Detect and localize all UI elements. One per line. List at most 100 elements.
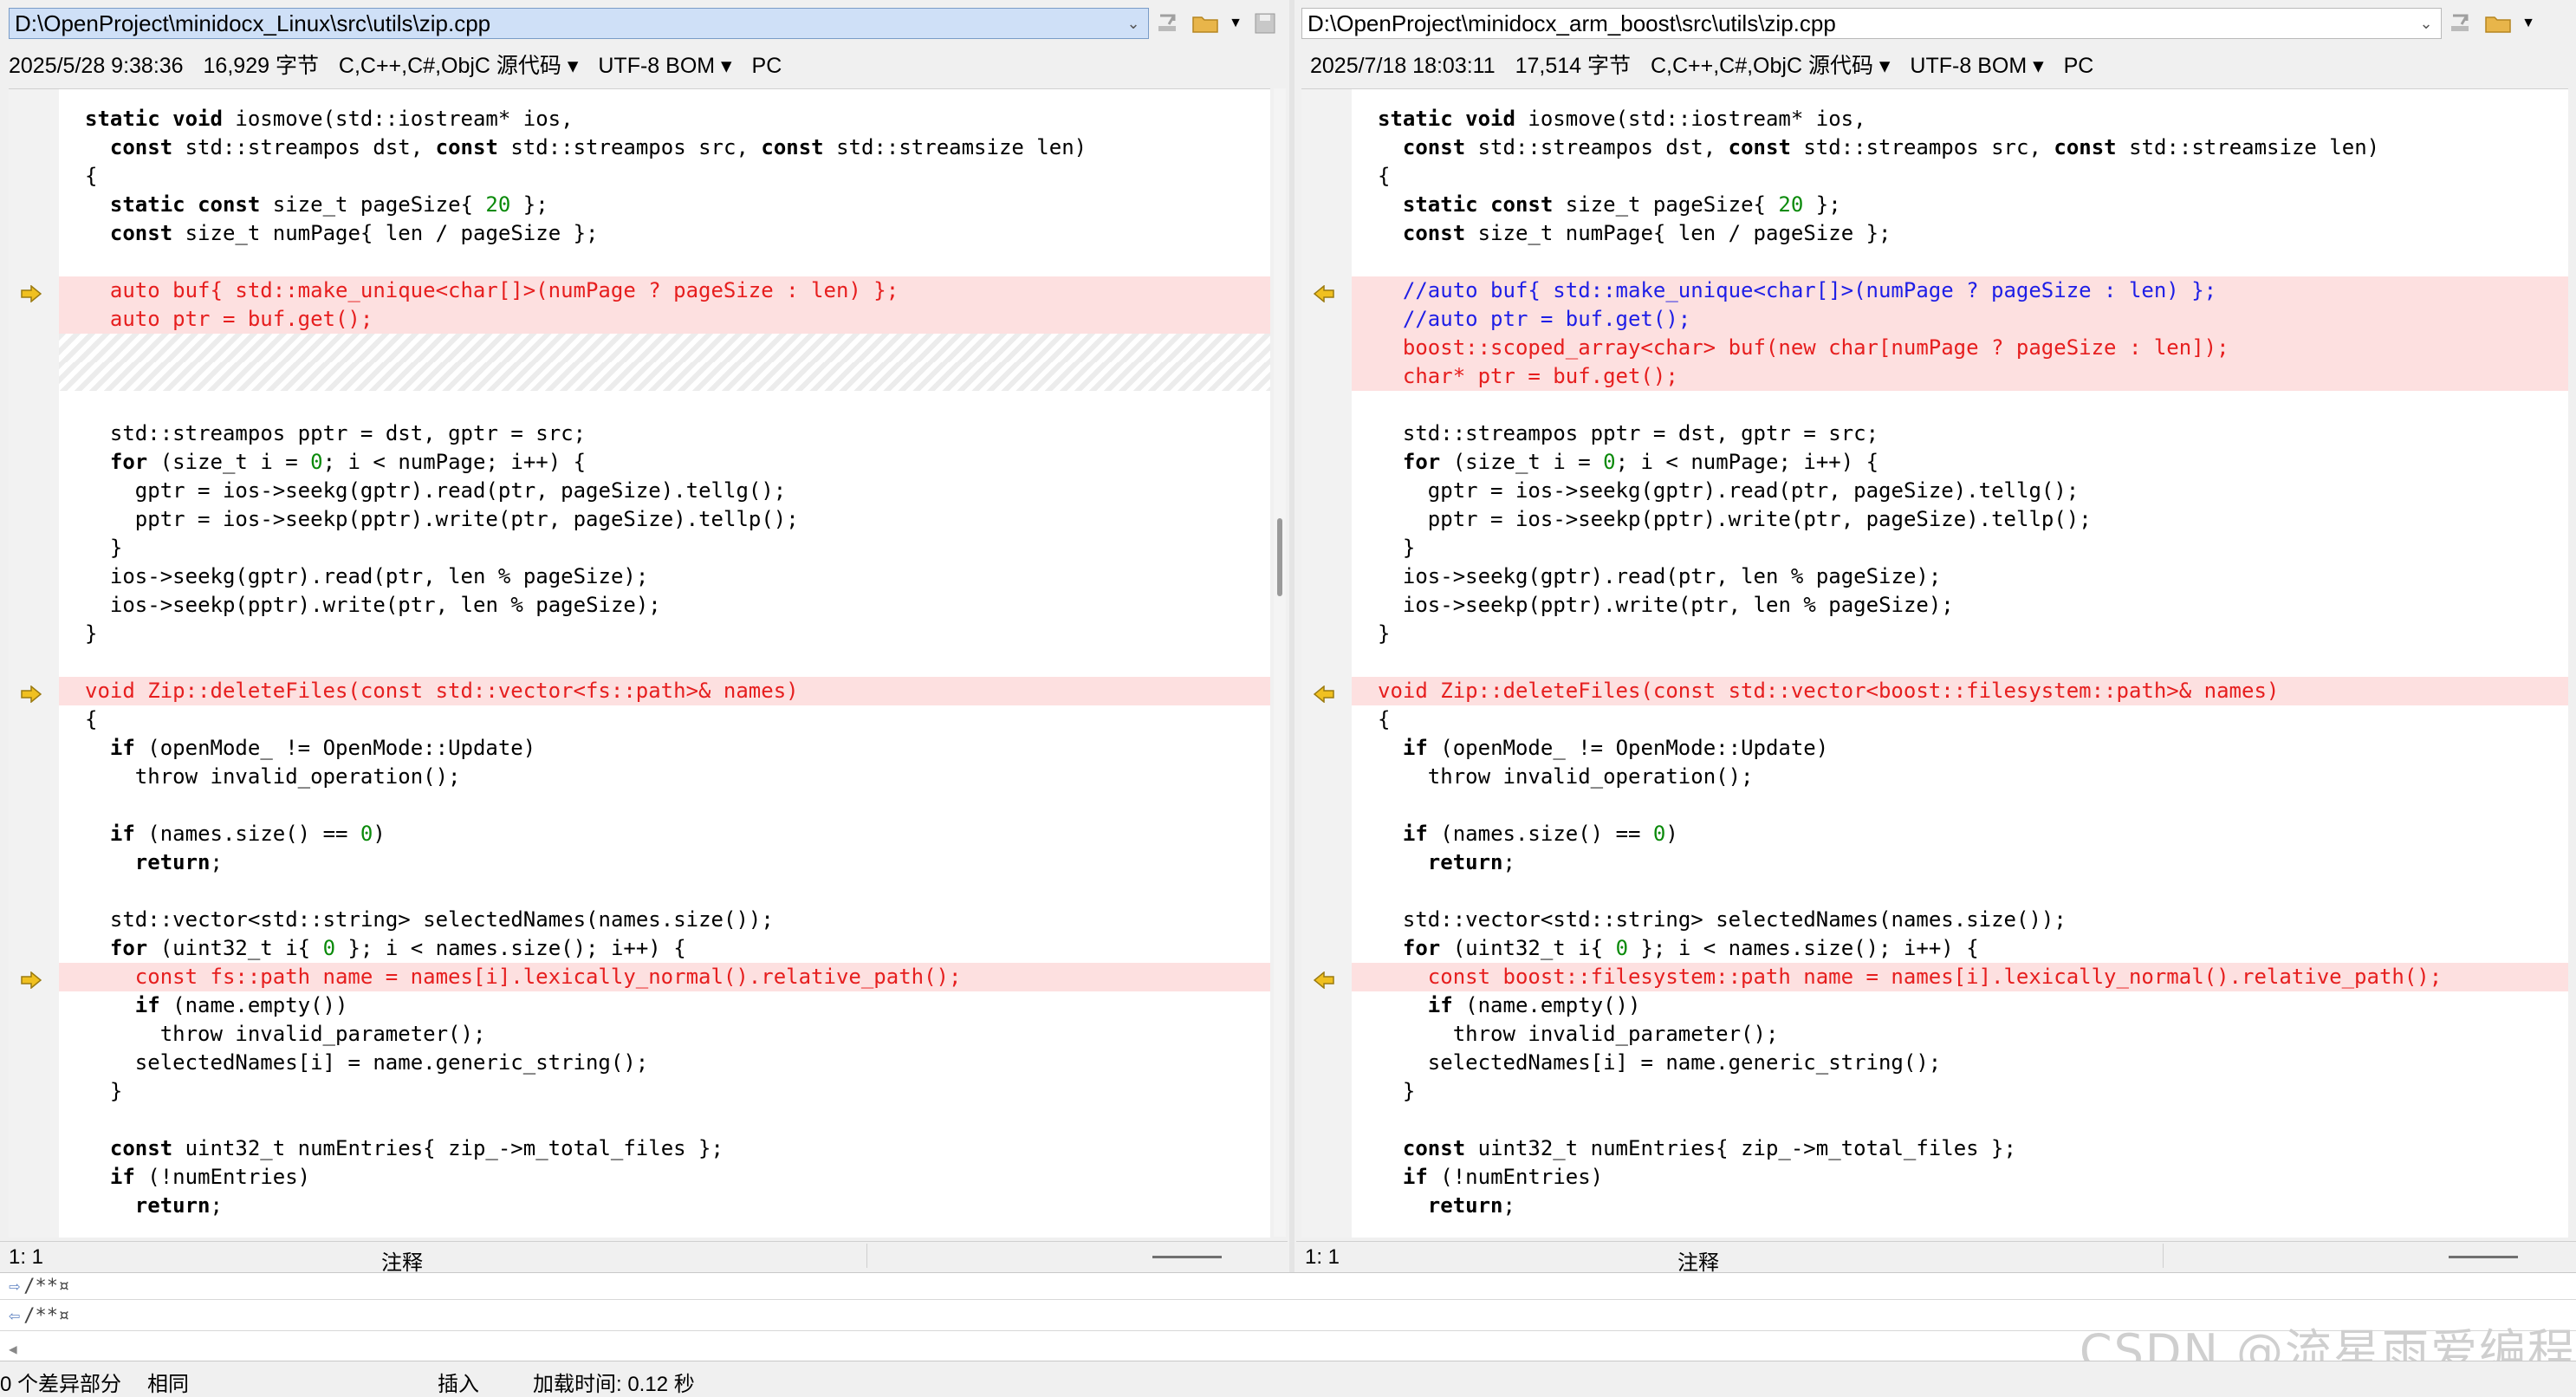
code-line: return;	[59, 848, 1270, 877]
code-line: boost::scoped_array<char> buf(new char[n…	[1352, 334, 2568, 362]
code-line: pptr = ios->seekp(pptr).write(ptr, pageS…	[1352, 505, 2568, 534]
right-language-label: C,C++,C#,ObjC 源代码	[1650, 54, 1873, 78]
left-path-text: D:\OpenProject\minidocx_Linux\src\utils\…	[15, 10, 491, 36]
left-scrollbar[interactable]	[1274, 88, 1286, 1237]
right-encoding[interactable]: UTF-8 BOM ▾	[1910, 54, 2043, 78]
detail-line-left-text: /**¤	[23, 1275, 70, 1297]
open-folder-icon[interactable]	[2480, 8, 2518, 39]
left-line-ending[interactable]: PC	[752, 54, 782, 78]
code-line: gptr = ios->seekg(gptr).read(ptr, pageSi…	[59, 477, 1270, 505]
code-line: selectedNames[i] = name.generic_string()…	[59, 1049, 1270, 1077]
code-line: if (openMode_ != OpenMode::Update)	[1352, 734, 2568, 763]
right-gutter	[1301, 89, 1352, 1238]
left-code-lines: static void iosmove(std::iostream* ios, …	[21, 105, 1270, 1220]
code-line: return;	[59, 1192, 1270, 1220]
code-line-text: if (name.empty())	[134, 993, 348, 1017]
code-line: ios->seekg(gptr).read(ptr, len % pageSiz…	[59, 562, 1270, 591]
right-encoding-label: UTF-8 BOM	[1910, 54, 2028, 78]
code-line	[59, 362, 1270, 391]
right-cursor-pos: 1: 1	[1305, 1245, 1340, 1269]
left-path-combobox[interactable]: D:\OpenProject\minidocx_Linux\src\utils\…	[9, 8, 1149, 39]
diff-arrow-right-icon[interactable]	[21, 682, 42, 704]
code-line-text: //auto buf{ std::make_unique<char[]>(num…	[1378, 278, 2217, 302]
divider	[866, 1244, 867, 1268]
pane-splitter[interactable]	[1289, 0, 1294, 1274]
code-line-text: {	[1378, 707, 1391, 731]
diff-arrow-right-icon[interactable]	[21, 968, 42, 990]
right-hscroll-indicator[interactable]	[2449, 1256, 2518, 1258]
left-scrollbar-thumb[interactable]	[1277, 518, 1282, 596]
chevron-down-icon[interactable]: ⌄	[1124, 15, 1143, 33]
open-folder-icon[interactable]	[1187, 8, 1225, 39]
right-path-combobox[interactable]: D:\OpenProject\minidocx_arm_boost\src\ut…	[1301, 8, 2442, 39]
left-cursor-pos: 1: 1	[9, 1245, 44, 1269]
scroll-left-icon[interactable]: ◀	[9, 1335, 17, 1361]
reload-icon[interactable]	[2442, 8, 2480, 39]
left-editor[interactable]: static void iosmove(std::iostream* ios, …	[9, 88, 1270, 1238]
code-line: std::vector<std::string> selectedNames(n…	[1352, 906, 2568, 934]
code-line-text: for (uint32_t i{ 0 }; i < names.size(); …	[1402, 936, 1979, 960]
code-line-text: //auto ptr = buf.get();	[1378, 307, 1691, 331]
chevron-down-icon[interactable]: ▼	[1225, 8, 1246, 39]
code-line: {	[1352, 162, 2568, 191]
diff-arrow-left-icon[interactable]	[1313, 682, 1334, 704]
left-size: 16,929 字节	[203, 54, 319, 78]
code-line: static void iosmove(std::iostream* ios,	[1352, 105, 2568, 133]
code-line: {	[1352, 705, 2568, 734]
right-editor[interactable]: static void iosmove(std::iostream* ios, …	[1301, 88, 2568, 1238]
code-line-text: }	[85, 1079, 123, 1103]
diff-arrow-right-icon[interactable]	[21, 282, 42, 303]
code-line-text: selectedNames[i] = name.generic_string()…	[1427, 1050, 1942, 1075]
code-line: for (uint32_t i{ 0 }; i < names.size(); …	[1352, 934, 2568, 963]
code-line-text: std::vector<std::string> selectedNames(n…	[109, 907, 774, 932]
code-line: const uint32_t numEntries{ zip_->m_total…	[1352, 1134, 2568, 1163]
code-line-text: static void iosmove(std::iostream* ios,	[1378, 107, 1866, 131]
code-line: if (name.empty())	[59, 991, 1270, 1020]
chevron-down-icon[interactable]: ⌄	[2417, 15, 2436, 33]
diff-arrow-left-icon[interactable]	[1313, 282, 1334, 303]
reload-icon[interactable]	[1149, 8, 1187, 39]
code-line-text: }	[85, 536, 123, 560]
right-pane: D:\OpenProject\minidocx_arm_boost\src\ut…	[1296, 0, 2576, 1275]
right-line-ending[interactable]: PC	[2064, 54, 2094, 78]
code-line-text: return;	[1427, 850, 1515, 874]
left-language[interactable]: C,C++,C#,ObjC 源代码 ▾	[339, 54, 579, 78]
code-line: }	[1352, 534, 2568, 562]
code-line: const fs::path name = names[i].lexically…	[21, 963, 1270, 991]
right-path-bar: D:\OpenProject\minidocx_arm_boost\src\ut…	[1301, 7, 2539, 40]
code-line-text: for (size_t i = 0; i < numPage; i++) {	[109, 450, 587, 474]
right-path-text: D:\OpenProject\minidocx_arm_boost\src\ut…	[1307, 10, 1836, 36]
divider	[2163, 1244, 2164, 1268]
left-hscroll-indicator[interactable]	[1152, 1256, 1222, 1258]
save-icon[interactable]	[1246, 8, 1284, 39]
left-encoding[interactable]: UTF-8 BOM ▾	[598, 54, 731, 78]
code-line-text: if (!numEntries)	[109, 1165, 311, 1189]
code-line: }	[59, 534, 1270, 562]
code-line: selectedNames[i] = name.generic_string()…	[1352, 1049, 2568, 1077]
code-line-text: ios->seekp(pptr).write(ptr, len % pageSi…	[1402, 593, 1954, 617]
code-line: if (!numEntries)	[59, 1163, 1270, 1192]
right-language[interactable]: C,C++,C#,ObjC 源代码 ▾	[1651, 54, 1891, 78]
divider	[0, 1299, 2576, 1300]
code-line: }	[1352, 620, 2568, 648]
code-line-text: {	[85, 164, 98, 188]
code-line-text: }	[85, 621, 98, 646]
code-line-text: boost::scoped_array<char> buf(new char[n…	[1378, 335, 2229, 360]
code-line: pptr = ios->seekp(pptr).write(ptr, pageS…	[59, 505, 1270, 534]
diff-arrow-left-icon[interactable]	[1313, 968, 1334, 990]
code-line-text: return;	[134, 850, 223, 874]
chevron-down-icon[interactable]: ▼	[2518, 8, 2539, 39]
code-line-text: char* ptr = buf.get();	[1378, 364, 1678, 388]
right-code-lines: static void iosmove(std::iostream* ios, …	[1313, 105, 2568, 1220]
status-bar: 0 个差异部分 相同 插入 加载时间: 0.12 秒	[0, 1361, 2576, 1396]
left-encoding-label: UTF-8 BOM	[598, 54, 716, 78]
code-line: if (names.size() == 0)	[59, 820, 1270, 848]
